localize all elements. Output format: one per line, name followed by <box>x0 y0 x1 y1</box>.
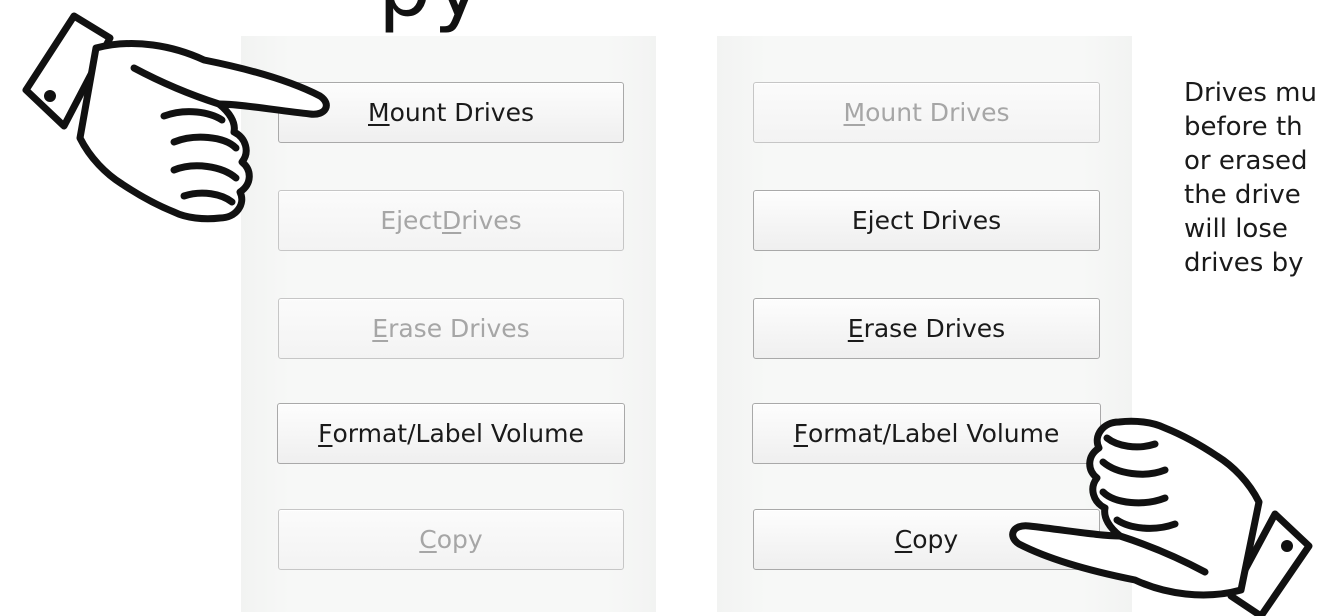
button-label-mnemonic: F <box>318 419 333 448</box>
format-label-volume-button[interactable]: Format/Label Volume <box>277 403 625 464</box>
instruction-line: drives by <box>1184 248 1304 278</box>
button-label-mnemonic: M <box>843 98 866 127</box>
instruction-text: Drives mu before th or erased the drive … <box>1184 76 1321 280</box>
button-label-mnemonic: C <box>894 525 913 554</box>
instruction-line: or erased <box>1184 146 1308 176</box>
button-label-post: ormat/Label Volume <box>332 419 584 448</box>
instruction-line: will lose <box>1184 214 1288 244</box>
pointing-hand-left-icon <box>1005 396 1321 616</box>
erase-drives-button[interactable]: Erase Drives <box>278 298 624 359</box>
button-label-post: rase Drives <box>388 314 530 343</box>
pointing-hand-right-icon <box>14 8 334 228</box>
button-label-post: opy <box>436 525 483 554</box>
mount-drives-button[interactable]: Mount Drives <box>753 82 1100 143</box>
button-label-pre: Eject <box>380 206 442 235</box>
erase-drives-button[interactable]: Erase Drives <box>753 298 1100 359</box>
button-label-post: rives <box>461 206 522 235</box>
button-label-post: ount Drives <box>389 98 534 127</box>
copy-button[interactable]: Copy <box>278 509 624 570</box>
eject-drives-button[interactable]: Eject Drives <box>753 190 1100 251</box>
instruction-line: the drive <box>1184 180 1301 210</box>
button-label-mnemonic: F <box>793 419 808 448</box>
button-label-post: rase Drives <box>863 314 1006 343</box>
button-label-mnemonic: D <box>441 206 462 235</box>
button-label-mnemonic: E <box>847 314 864 343</box>
instruction-line: before th <box>1184 112 1303 142</box>
button-label-post: opy <box>912 525 959 554</box>
button-label-mnemonic: M <box>368 98 390 127</box>
button-label-post: ount Drives <box>865 98 1010 127</box>
button-label-mnemonic: E <box>372 314 389 343</box>
instruction-line: Drives mu <box>1184 78 1317 108</box>
button-label-mnemonic: C <box>419 525 437 554</box>
page-heading-fragment: py <box>378 0 485 28</box>
button-label-pre: Eject Drives <box>851 206 1002 235</box>
